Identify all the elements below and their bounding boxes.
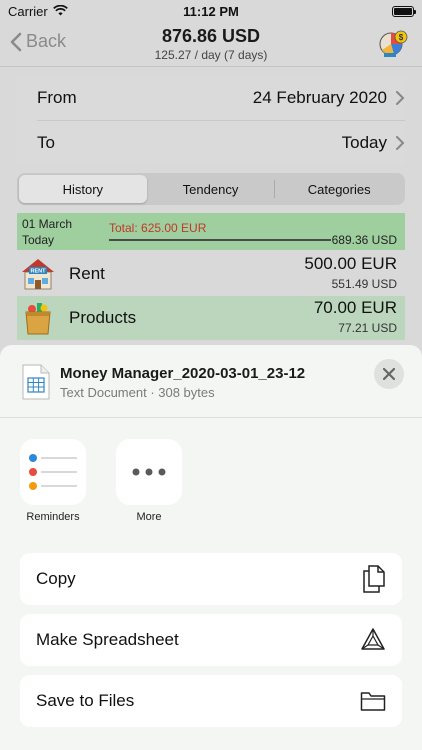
grocery-bag-icon	[19, 299, 57, 337]
share-app-more[interactable]: More	[116, 439, 182, 523]
page-title: 876.86 USD	[161, 26, 261, 46]
action-label: Save to Files	[36, 691, 135, 710]
day-summary[interactable]: 01 March Today Total: 625.00 EUR 689.36 …	[17, 213, 405, 250]
tab-history[interactable]: History	[19, 175, 147, 203]
chevron-right-icon	[396, 91, 405, 105]
document-icon	[22, 364, 50, 400]
app-label: Reminders	[26, 511, 80, 523]
expense-converted: 77.21 USD	[338, 321, 397, 335]
spreadsheet-icon	[361, 628, 385, 650]
action-label: Make Spreadsheet	[36, 630, 179, 649]
from-date-row[interactable]: From 24 February 2020	[17, 76, 405, 120]
share-app-reminders[interactable]: Reminders	[20, 439, 86, 523]
summary-bar	[109, 239, 331, 241]
sheet-divider	[0, 417, 422, 418]
summary-today: Today	[22, 233, 55, 247]
page-subtitle: 125.27 / day (7 days)	[154, 48, 268, 62]
status-bar: Carrier 11:12 PM	[0, 0, 422, 22]
summary-total: Total: 625.00 EUR	[109, 221, 207, 235]
report-avatar-icon[interactable]: $	[378, 27, 410, 59]
expense-amount: 70.00 EUR	[313, 298, 397, 317]
shared-file-meta: Text Document · 308 bytes	[60, 385, 215, 400]
copy-action[interactable]: Copy	[20, 553, 402, 605]
close-icon	[383, 368, 395, 380]
from-label: From	[37, 88, 77, 107]
svg-text:$: $	[399, 33, 404, 42]
to-label: To	[37, 133, 55, 152]
chevron-right-icon	[396, 136, 405, 150]
close-button[interactable]	[374, 359, 404, 389]
nav-divider	[0, 66, 422, 67]
expense-name: Rent	[69, 264, 105, 283]
expense-converted: 551.49 USD	[331, 277, 397, 291]
battery-icon	[392, 5, 416, 17]
expense-name: Products	[69, 308, 137, 327]
app-label: More	[136, 511, 162, 523]
house-rent-icon: RENT	[19, 255, 57, 293]
tab-categories[interactable]: Categories	[275, 175, 403, 203]
svg-text:RENT: RENT	[31, 269, 47, 275]
expense-row-rent[interactable]: RENT Rent 500.00 EUR 551.49 USD	[17, 252, 405, 296]
view-segmented-control: History Tendency Categories	[17, 173, 405, 205]
navigation-bar: Back 876.86 USD 125.27 / day (7 days) $	[0, 22, 422, 66]
more-icon	[116, 439, 182, 505]
reminders-icon	[20, 439, 86, 505]
expense-amount: 500.00 EUR	[304, 254, 397, 273]
copy-icon	[363, 565, 385, 593]
summary-converted: 689.36 USD	[331, 233, 397, 247]
share-sheet: Money Manager_2020-03-01_23-12 Text Docu…	[0, 345, 422, 750]
from-date-value: 24 February 2020	[252, 88, 387, 107]
to-date-value: Today	[341, 133, 387, 152]
save-to-files-action[interactable]: Save to Files	[20, 675, 402, 727]
shared-file-name: Money Manager_2020-03-01_23-12	[60, 365, 306, 382]
summary-date: 01 March	[22, 217, 73, 231]
tab-tendency[interactable]: Tendency	[147, 175, 275, 203]
clock: 11:12 PM	[183, 3, 239, 19]
make-spreadsheet-action[interactable]: Make Spreadsheet	[20, 614, 402, 666]
folder-icon	[360, 692, 386, 711]
action-label: Copy	[36, 569, 76, 588]
expense-row-products[interactable]: Products 70.00 EUR 77.21 USD	[17, 296, 405, 340]
to-date-row[interactable]: To Today	[17, 121, 405, 165]
